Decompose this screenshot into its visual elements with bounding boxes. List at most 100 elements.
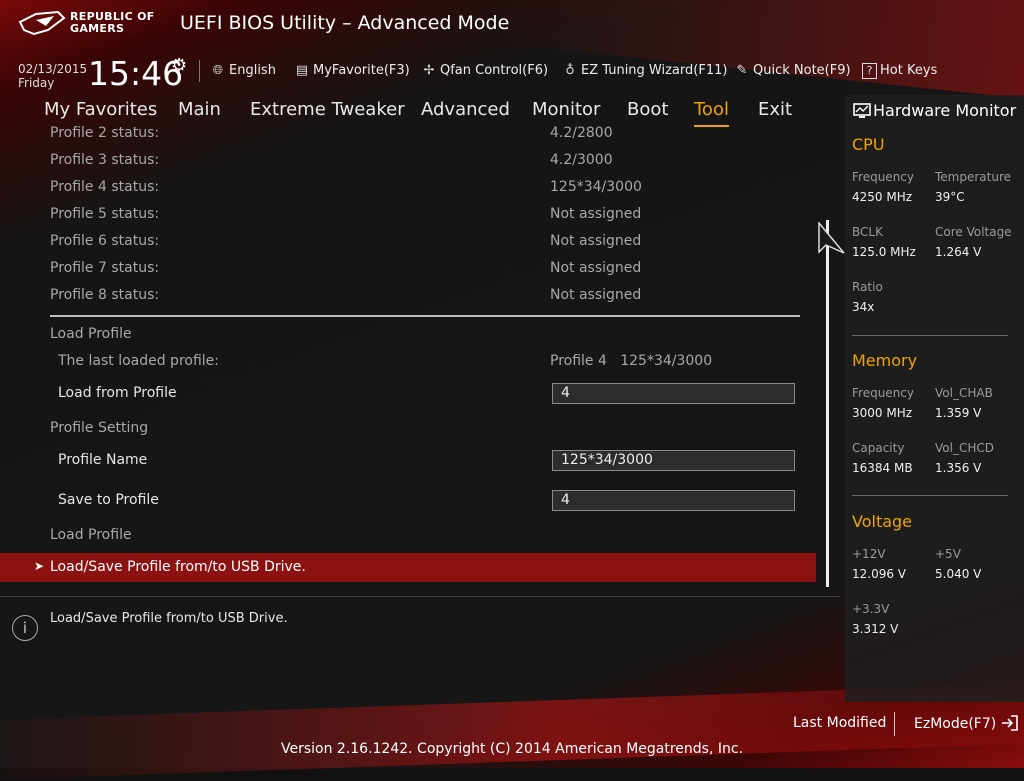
hot-keys-label: Hot Keys	[880, 63, 938, 78]
section-divider	[852, 495, 1008, 496]
vol-chcd-value: 1.356 V	[935, 461, 982, 475]
bclk-label: BCLK	[852, 225, 883, 239]
load-profile-heading: Load Profile	[50, 326, 132, 342]
profile-4-value: 125*34/3000	[550, 179, 642, 195]
save-to-profile-label: Save to Profile	[58, 492, 159, 508]
profile-name-input[interactable]: 125*34/3000	[552, 450, 795, 471]
date-display: 02/13/2015 Friday	[18, 62, 87, 90]
day-value: Friday	[18, 76, 55, 90]
myfavorite-button[interactable]: ▤ MyFavorite(F3)	[294, 63, 410, 78]
gear-icon[interactable]: ⚙	[171, 55, 187, 76]
settings-panel: Profile 2 status: 4.2/2800 Profile 3 sta…	[0, 125, 816, 595]
profile-2-value: 4.2/2800	[550, 125, 613, 141]
fan-icon: ✢	[423, 63, 435, 78]
last-loaded-label: The last loaded profile:	[58, 353, 219, 369]
tab-advanced[interactable]: Advanced	[421, 99, 510, 125]
v5-label: +5V	[935, 547, 961, 561]
profile-6-value: Not assigned	[550, 233, 642, 249]
lightbulb-icon: ♁	[565, 63, 575, 78]
load-from-profile-input[interactable]: 4	[552, 383, 795, 404]
save-to-profile-input[interactable]: 4	[552, 490, 795, 511]
monitor-icon	[853, 103, 871, 118]
tab-extreme-tweaker[interactable]: Extreme Tweaker	[250, 99, 405, 125]
tab-monitor[interactable]: Monitor	[532, 99, 600, 125]
tab-main[interactable]: Main	[178, 99, 221, 125]
ez-tuning-button[interactable]: ♁ EZ Tuning Wizard(F11)	[562, 63, 727, 78]
capacity-value: 16384 MB	[852, 461, 913, 475]
profile-name-label: Profile Name	[58, 452, 148, 468]
tab-my-favorites[interactable]: My Favorites	[44, 99, 157, 125]
memory-frequency-label: Frequency	[852, 386, 914, 400]
scrollbar[interactable]	[826, 220, 829, 587]
v5-value: 5.040 V	[935, 567, 982, 581]
cpu-frequency-label: Frequency	[852, 170, 914, 184]
help-bar: i Load/Save Profile from/to USB Drive.	[0, 596, 840, 701]
ratio-value: 34x	[852, 300, 875, 314]
vol-chcd-label: Vol_CHCD	[935, 441, 994, 455]
memory-heading: Memory	[852, 351, 918, 370]
core-voltage-value: 1.264 V	[935, 245, 982, 259]
profile-5-label: Profile 5 status:	[50, 206, 160, 222]
profile-6-label: Profile 6 status:	[50, 233, 160, 249]
last-loaded-value: Profile 4 125*34/3000	[550, 353, 713, 369]
memory-frequency-value: 3000 MHz	[852, 406, 913, 420]
ez-mode-button[interactable]: EzMode(F7)	[914, 715, 1019, 732]
hot-keys-button[interactable]: ? Hot Keys	[862, 63, 937, 79]
favorite-list-icon: ▤	[295, 63, 309, 78]
v12-label: +12V	[852, 547, 886, 561]
capacity-label: Capacity	[852, 441, 905, 455]
qfan-label: Qfan Control(F6)	[440, 63, 549, 78]
tab-boot[interactable]: Boot	[627, 99, 668, 125]
exit-arrow-icon	[1001, 715, 1018, 731]
language-button[interactable]: 🌐︎ English	[210, 63, 276, 78]
bclk-value: 125.0 MHz	[852, 245, 916, 259]
note-icon: ✎	[736, 63, 748, 78]
date-value: 02/13/2015	[18, 62, 88, 76]
version-text: Version 2.16.1242. Copyright (C) 2014 Am…	[280, 741, 744, 757]
section-divider	[50, 315, 800, 317]
brand-line2: GAMERS	[70, 22, 125, 35]
tab-exit[interactable]: Exit	[758, 99, 792, 125]
profile-7-value: Not assigned	[550, 260, 642, 276]
myfavorite-label: MyFavorite(F3)	[313, 63, 410, 78]
vol-chab-value: 1.359 V	[935, 406, 982, 420]
profile-7-label: Profile 7 status:	[50, 260, 160, 276]
help-box-icon: ?	[862, 63, 877, 79]
profile-3-label: Profile 3 status:	[50, 152, 160, 168]
profile-3-value: 4.2/3000	[550, 152, 613, 168]
cpu-frequency-value: 4250 MHz	[852, 190, 913, 204]
tab-tool[interactable]: Tool	[694, 99, 729, 127]
divider	[199, 60, 200, 82]
voltage-heading: Voltage	[852, 512, 913, 531]
load-from-profile-label: Load from Profile	[58, 385, 177, 401]
load-profile-heading-2: Load Profile	[50, 527, 132, 543]
hardware-monitor-panel: Hardware Monitor CPU Frequency Temperatu…	[845, 95, 1024, 702]
ez-tuning-label: EZ Tuning Wizard(F11)	[581, 63, 728, 78]
divider	[894, 712, 895, 736]
profile-setting-heading: Profile Setting	[50, 420, 149, 436]
section-divider	[852, 335, 1008, 336]
qfan-button[interactable]: ✢ Qfan Control(F6)	[421, 63, 548, 78]
vol-chab-label: Vol_CHAB	[935, 386, 993, 400]
info-icon: i	[12, 615, 38, 641]
mouse-cursor-icon	[818, 222, 845, 254]
quick-note-label: Quick Note(F9)	[753, 63, 851, 78]
cpu-temperature-label: Temperature	[935, 170, 1012, 184]
ratio-label: Ratio	[852, 280, 883, 294]
profile-2-label: Profile 2 status:	[50, 125, 160, 141]
usb-profile-item[interactable]: ➤ Load/Save Profile from/to USB Drive.	[0, 553, 816, 582]
profile-8-value: Not assigned	[550, 287, 642, 303]
hardware-monitor-title: Hardware Monitor	[873, 101, 1017, 120]
last-modified-button[interactable]: Last Modified	[793, 715, 886, 731]
usb-profile-label: Load/Save Profile from/to USB Drive.	[50, 559, 306, 575]
profile-5-value: Not assigned	[550, 206, 642, 222]
submenu-arrow-icon: ➤	[34, 559, 45, 573]
core-voltage-label: Core Voltage	[935, 225, 1012, 239]
cpu-heading: CPU	[852, 135, 885, 154]
cpu-temperature-value: 39°C	[935, 190, 965, 204]
quick-note-button[interactable]: ✎ Quick Note(F9)	[734, 63, 851, 78]
clock[interactable]: 15:46	[88, 54, 183, 93]
help-text: Load/Save Profile from/to USB Drive.	[50, 611, 288, 626]
profile-4-label: Profile 4 status:	[50, 179, 160, 195]
v33-label: +3.3V	[852, 602, 890, 616]
